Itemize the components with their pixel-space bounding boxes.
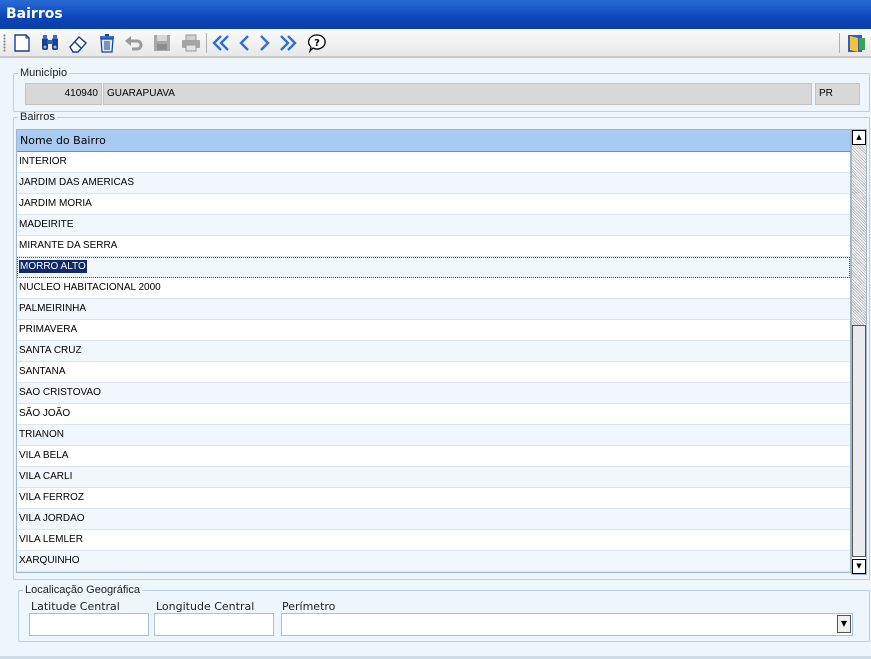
table-row[interactable]: SÃO JOÃO <box>17 404 850 425</box>
municipio-uf-field: PR <box>815 83 860 105</box>
bairro-name-cell: VILA LEMLER <box>19 534 83 545</box>
toolbar-grip[interactable] <box>3 34 6 52</box>
geo-legend: Localicação Geográfica <box>25 584 140 596</box>
table-row[interactable]: SANTA CRUZ <box>17 341 850 362</box>
table-row[interactable]: VILA CARLI <box>17 467 850 488</box>
latitude-input[interactable] <box>29 613 149 636</box>
table-row[interactable]: JARDIM DAS AMERICAS <box>17 173 850 194</box>
scroll-down-button[interactable]: ▼ <box>852 559 866 574</box>
table-row[interactable]: VILA JORDAO <box>17 509 850 530</box>
new-document-icon[interactable] <box>11 32 33 54</box>
bairro-name-cell: JARDIM MORIA <box>19 198 92 209</box>
table-row[interactable]: VILA LEMLER <box>17 530 850 551</box>
printer-icon[interactable] <box>180 32 202 54</box>
bairro-name-cell: MORRO ALTO <box>19 260 87 273</box>
scroll-track[interactable] <box>852 145 866 325</box>
bairro-name-cell: SAO CRISTOVAO <box>19 387 101 398</box>
perimetro-select[interactable]: ▼ <box>281 613 853 636</box>
table-row[interactable]: INTERIOR <box>17 152 850 173</box>
bairro-name-cell: PRIMAVERA <box>19 324 78 335</box>
bairro-name-cell: JARDIM DAS AMERICAS <box>19 177 135 188</box>
previous-record-icon[interactable] <box>233 32 255 54</box>
table-row[interactable]: VILA BELA <box>17 446 850 467</box>
bairro-name-cell: MADEIRITE <box>19 219 74 230</box>
save-disk-icon[interactable] <box>151 32 173 54</box>
bairro-name-cell: VILA JORDAO <box>19 513 85 524</box>
help-icon[interactable]: ? <box>306 32 328 54</box>
eraser-icon[interactable] <box>67 32 89 54</box>
table-row[interactable]: SANTANA <box>17 362 850 383</box>
longitude-input[interactable] <box>154 613 274 636</box>
window-title-bar: Bairros <box>0 0 871 29</box>
municipio-code-field: 410940 <box>25 83 102 105</box>
bairro-name-cell: INTERIOR <box>19 156 67 167</box>
toolbar-separator <box>839 33 840 53</box>
trash-icon[interactable] <box>96 32 118 54</box>
first-record-icon[interactable] <box>210 32 232 54</box>
toolbar: ? <box>0 29 871 57</box>
svg-text:?: ? <box>314 38 320 49</box>
table-row[interactable]: TRIANON <box>17 425 850 446</box>
window-title: Bairros <box>6 6 63 22</box>
binoculars-icon[interactable] <box>39 32 61 54</box>
bairro-name-cell: VILA BELA <box>19 450 69 461</box>
undo-icon[interactable] <box>123 32 145 54</box>
municipio-name-field: GUARAPUAVA <box>103 83 812 105</box>
perimetro-label: Perímetro <box>282 600 336 613</box>
last-record-icon[interactable] <box>277 32 299 54</box>
table-row[interactable]: MIRANTE DA SERRA <box>17 236 850 257</box>
column-header-nome-do-bairro[interactable]: Nome do Bairro <box>17 130 850 152</box>
scroll-thumb[interactable] <box>852 325 866 557</box>
longitude-label: Longitude Central <box>156 600 255 613</box>
bairro-name-cell: SANTANA <box>19 366 66 377</box>
toolbar-separator <box>206 33 207 53</box>
bairro-name-cell: XARQUINHO <box>19 555 80 566</box>
chevron-down-icon[interactable]: ▼ <box>837 615 851 633</box>
table-row[interactable]: MORRO ALTO <box>17 257 850 278</box>
bairro-name-cell: VILA CARLI <box>19 471 73 482</box>
latitude-label: Latitude Central <box>31 600 120 613</box>
exit-door-icon[interactable] <box>845 32 867 54</box>
table-row[interactable]: NUCLEO HABITACIONAL 2000 <box>17 278 850 299</box>
bairros-legend: Bairros <box>20 111 55 123</box>
table-row[interactable]: VILA FERROZ <box>17 488 850 509</box>
scroll-up-button[interactable]: ▲ <box>852 130 866 145</box>
table-row[interactable]: SAO CRISTOVAO <box>17 383 850 404</box>
table-row[interactable]: XARQUINHO <box>17 551 850 572</box>
bairro-name-cell: SANTA CRUZ <box>19 345 82 356</box>
bairro-name-cell: VILA FERROZ <box>19 492 85 503</box>
bairro-name-cell: PALMEIRINHA <box>19 303 87 314</box>
bairro-name-cell: SÃO JOÃO <box>19 408 71 419</box>
table-row[interactable]: PALMEIRINHA <box>17 299 850 320</box>
table-row[interactable]: JARDIM MORIA <box>17 194 850 215</box>
table-row[interactable]: PRIMAVERA <box>17 320 850 341</box>
bairro-name-cell: NUCLEO HABITACIONAL 2000 <box>19 282 161 293</box>
bairro-name-cell: MIRANTE DA SERRA <box>19 240 118 251</box>
bairro-name-cell: TRIANON <box>19 429 64 440</box>
municipio-legend: Município <box>20 67 68 79</box>
bairros-grid[interactable]: Nome do Bairro INTERIOR JARDIM DAS AMERIC… <box>16 129 851 573</box>
next-record-icon[interactable] <box>254 32 276 54</box>
grid-vertical-scrollbar[interactable]: ▲ ▼ <box>851 129 867 575</box>
table-row[interactable]: MADEIRITE <box>17 215 850 236</box>
